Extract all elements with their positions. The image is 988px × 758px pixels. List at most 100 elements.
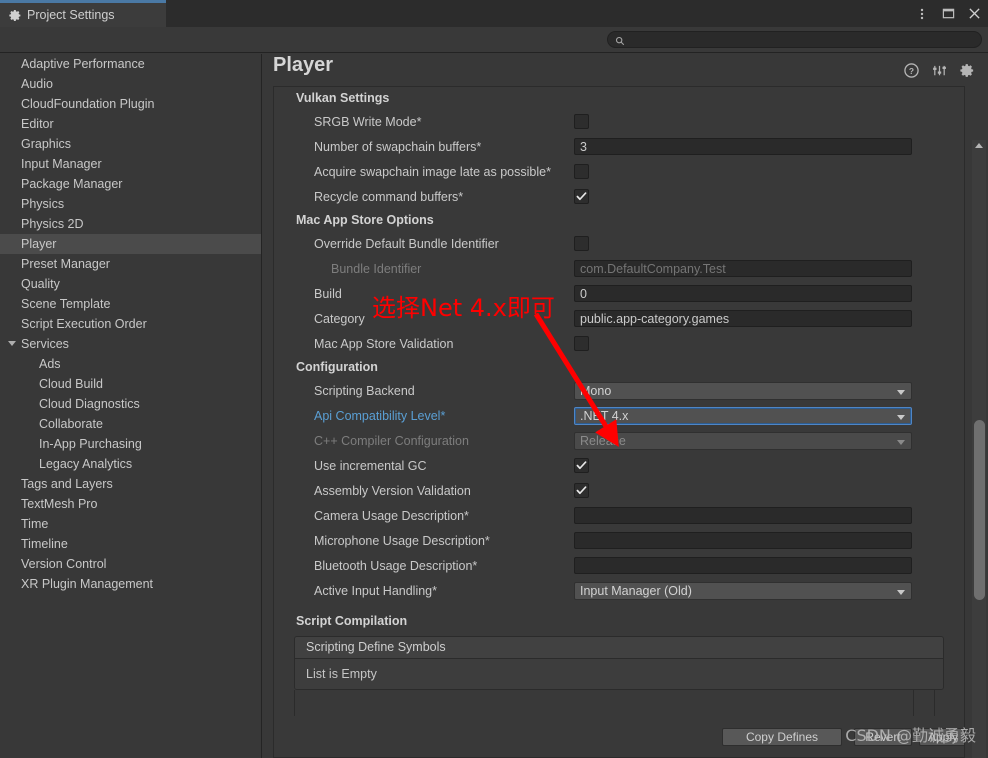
chevron-down-icon[interactable]: [8, 341, 16, 346]
field-label: Use incremental GC: [314, 458, 427, 473]
settings-row: Scripting Backend Mono: [274, 378, 964, 403]
sidebar-item-label: Physics 2D: [21, 217, 84, 231]
sidebar-item-label: Script Execution Order: [21, 317, 147, 331]
sidebar-item-physics-2d[interactable]: Physics 2D: [0, 214, 261, 234]
window-controls: [915, 0, 981, 27]
sidebar-item-label: TextMesh Pro: [21, 497, 98, 511]
field-label: Active Input Handling*: [314, 583, 437, 598]
sidebar-item-preset-manager[interactable]: Preset Manager: [0, 254, 261, 274]
sidebar-item-label: Graphics: [21, 137, 72, 151]
settings-row: Mac App Store Validation: [274, 331, 964, 356]
dropdown-c-compiler-configuration[interactable]: Release: [574, 431, 912, 450]
sidebar-item-label: Package Manager: [21, 177, 123, 191]
sidebar-item-collaborate[interactable]: Collaborate: [0, 414, 261, 434]
close-icon[interactable]: [967, 7, 981, 21]
sidebar-item-input-manager[interactable]: Input Manager: [0, 154, 261, 174]
textfield-bluetooth-usage-description[interactable]: [574, 557, 912, 574]
sidebar-item-audio[interactable]: Audio: [0, 74, 261, 94]
dropdown-scripting-backend[interactable]: Mono: [574, 381, 912, 400]
button-revert[interactable]: Revert: [854, 728, 912, 746]
button-apply[interactable]: Apply: [919, 728, 964, 746]
sidebar-item-xr-plugin-management[interactable]: XR Plugin Management: [0, 574, 261, 594]
sidebar-item-version-control[interactable]: Version Control: [0, 554, 261, 574]
settings-row: Active Input Handling* Input Manager (Old…: [274, 578, 964, 603]
scripting-define-symbols-header[interactable]: Scripting Define Symbols: [295, 637, 943, 659]
settings-sidebar[interactable]: Adaptive Performance Audio CloudFoundation…: [0, 54, 262, 758]
sidebar-item-label: XR Plugin Management: [21, 577, 154, 591]
textfield-camera-usage-description[interactable]: [574, 507, 912, 524]
sidebar-item-player[interactable]: Player: [0, 234, 261, 254]
sidebar-item-timeline[interactable]: Timeline: [0, 534, 261, 554]
sidebar-item-cloud-diagnostics[interactable]: Cloud Diagnostics: [0, 394, 261, 414]
checkbox-mac-app-store-validation[interactable]: [574, 336, 589, 351]
sidebar-item-in-app-purchasing[interactable]: In-App Purchasing: [0, 434, 261, 454]
sidebar-item-adaptive-performance[interactable]: Adaptive Performance: [0, 54, 261, 74]
sidebar-item-package-manager[interactable]: Package Manager: [0, 174, 261, 194]
field-label: Mac App Store Validation: [314, 336, 454, 351]
section-title: Mac App Store Options: [296, 213, 434, 227]
settings-row: Api Compatibility Level* .NET 4.x: [274, 403, 964, 428]
settings-row: Category public.app-category.games: [274, 306, 964, 331]
dropdown-api-compatibility-level[interactable]: .NET 4.x: [574, 406, 912, 425]
sidebar-item-scene-template[interactable]: Scene Template: [0, 294, 261, 314]
settings-row: Assembly Version Validation: [274, 478, 964, 503]
field-label: Override Default Bundle Identifier: [314, 236, 499, 251]
checkbox-assembly-version-validation[interactable]: [574, 483, 589, 498]
scroll-up-arrow-icon[interactable]: [975, 143, 983, 148]
sidebar-item-label: Audio: [21, 77, 53, 91]
field-label: Assembly Version Validation: [314, 483, 471, 498]
settings-row: Override Default Bundle Identifier: [274, 231, 964, 256]
section-title-script-compilation: Script Compilation: [296, 614, 408, 628]
footer-edge-right: [934, 690, 964, 716]
checkbox-recycle-command-buffers[interactable]: [574, 189, 589, 204]
help-icon[interactable]: ?: [904, 63, 919, 78]
sidebar-item-textmesh-pro[interactable]: TextMesh Pro: [0, 494, 261, 514]
settings-row: Use incremental GC: [274, 453, 964, 478]
sidebar-item-label: Tags and Layers: [21, 477, 113, 491]
field-label: Number of swapchain buffers*: [314, 139, 482, 154]
search-input[interactable]: [629, 32, 963, 47]
svg-text:?: ?: [909, 66, 914, 76]
settings-row: SRGB Write Mode*: [274, 109, 964, 134]
sidebar-item-cloudfoundation-plugin[interactable]: CloudFoundation Plugin: [0, 94, 261, 114]
checkbox-srgb-write-mode[interactable]: [574, 114, 589, 129]
sidebar-item-graphics[interactable]: Graphics: [0, 134, 261, 154]
sidebar-item-legacy-analytics[interactable]: Legacy Analytics: [0, 454, 261, 474]
sidebar-item-script-execution-order[interactable]: Script Execution Order: [0, 314, 261, 334]
sidebar-item-time[interactable]: Time: [0, 514, 261, 534]
sidebar-item-quality[interactable]: Quality: [0, 274, 261, 294]
vertical-scrollbar[interactable]: [972, 140, 986, 758]
gear-icon[interactable]: [960, 63, 975, 78]
tab-project-settings[interactable]: Project Settings: [0, 0, 166, 27]
chevron-down-icon: [897, 414, 905, 420]
button-copy-defines[interactable]: Copy Defines: [722, 728, 842, 746]
checkbox-use-incremental-gc[interactable]: [574, 458, 589, 473]
sidebar-item-label: Quality: [21, 277, 60, 291]
field-label: SRGB Write Mode*: [314, 114, 422, 129]
maximize-icon[interactable]: [941, 7, 955, 21]
sidebar-item-tags-and-layers[interactable]: Tags and Layers: [0, 474, 261, 494]
textfield-category[interactable]: public.app-category.games: [574, 310, 912, 327]
textfield-build[interactable]: 0: [574, 285, 912, 302]
field-label: C++ Compiler Configuration: [314, 433, 469, 448]
sidebar-item-cloud-build[interactable]: Cloud Build: [0, 374, 261, 394]
sidebar-item-editor[interactable]: Editor: [0, 114, 261, 134]
checkbox-acquire-swapchain-image-late-as-possible[interactable]: [574, 164, 589, 179]
sidebar-item-label: Input Manager: [21, 157, 102, 171]
dropdown-active-input-handling[interactable]: Input Manager (Old): [574, 581, 912, 600]
textfield-number-of-swapchain-buffers[interactable]: 3: [574, 138, 912, 155]
checkbox-override-default-bundle-identifier[interactable]: [574, 236, 589, 251]
tab-label: Project Settings: [27, 8, 115, 22]
sidebar-item-label: Timeline: [21, 537, 68, 551]
textfield-microphone-usage-description[interactable]: [574, 532, 912, 549]
scrollbar-thumb[interactable]: [974, 420, 985, 600]
preset-icon[interactable]: [932, 63, 947, 78]
window-menu-button[interactable]: [915, 7, 929, 21]
sidebar-item-ads[interactable]: Ads: [0, 354, 261, 374]
sidebar-item-services[interactable]: Services: [0, 334, 261, 354]
window-titlebar: Project Settings: [0, 0, 988, 27]
textfield-bundle-identifier[interactable]: com.DefaultCompany.Test: [574, 260, 912, 277]
sidebar-item-physics[interactable]: Physics: [0, 194, 261, 214]
search-box[interactable]: [607, 31, 982, 48]
sidebar-item-label: Time: [21, 517, 49, 531]
